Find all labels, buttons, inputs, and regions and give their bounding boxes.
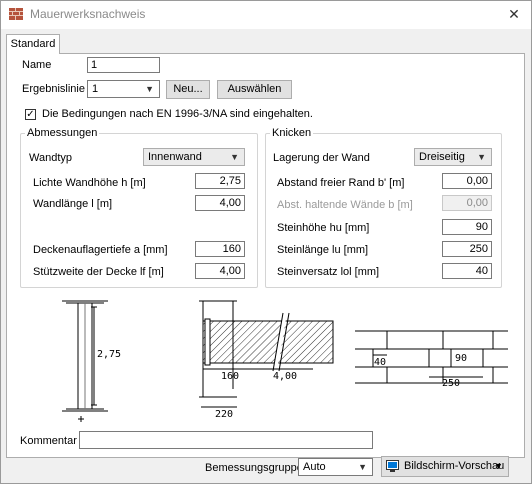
- wandtyp-label: Wandtyp: [29, 152, 73, 164]
- chevron-down-icon: ▼: [145, 84, 154, 94]
- stuetzweite-label: Stützweite der Decke lf [m]: [33, 266, 164, 278]
- brick-bond-diagram: 90 40 250: [355, 330, 508, 389]
- name-label: Name: [22, 59, 52, 71]
- lagerung-label: Lagerung der Wand: [273, 152, 370, 164]
- wall-length-input[interactable]: 4,00: [195, 195, 245, 211]
- steinhoehe-label: Steinhöhe hu [mm]: [277, 222, 370, 234]
- wall-length-label: Wandlänge l [m]: [33, 198, 113, 210]
- chevron-down-icon: ▼: [494, 461, 503, 471]
- abst-waende-label: Abst. haltende Wände b [m]: [277, 199, 413, 211]
- dialog-window: Mauerwerksnachweis ✕ Standard Name 1 Erg…: [0, 0, 532, 484]
- check-icon: ✓: [26, 109, 35, 120]
- lagerung-value: Dreiseitig: [419, 151, 465, 163]
- stuetzweite-input[interactable]: 4,00: [195, 263, 245, 279]
- abstand-rand-input[interactable]: 0,00: [442, 173, 492, 189]
- select-button[interactable]: Auswählen: [217, 80, 292, 99]
- ergebnislinie-select[interactable]: 1 ▼: [87, 80, 160, 98]
- bemessungsgruppe-label: Bemessungsgruppe: [205, 462, 303, 474]
- chevron-down-icon: ▼: [358, 462, 367, 472]
- steinversatz-label: Steinversatz lol [mm]: [277, 266, 380, 278]
- tab-standard[interactable]: Standard: [6, 34, 60, 54]
- wandtyp-select[interactable]: Innenwand ▼: [143, 148, 245, 166]
- name-input[interactable]: 1: [87, 57, 160, 73]
- chevron-down-icon: ▼: [230, 152, 239, 162]
- kommentar-label: Kommentar: [20, 435, 77, 447]
- bond-lol-text: 40: [374, 357, 386, 368]
- knicken-title: Knicken: [270, 127, 314, 139]
- ergebnislinie-label: Ergebnislinie: [22, 83, 85, 95]
- window-title: Mauerwerksnachweis: [30, 7, 146, 21]
- auflager-input[interactable]: 160: [195, 241, 245, 257]
- auflager-label: Deckenauflagertiefe a [mm]: [33, 244, 168, 256]
- abstand-rand-label: Abstand freier Rand b' [m]: [277, 177, 405, 189]
- brick-wall-icon: [9, 8, 23, 20]
- steinlaenge-label: Steinlänge lu [mm]: [277, 244, 369, 256]
- preview-button[interactable]: Bildschirm-Vorschau ▼: [381, 456, 509, 477]
- wall-height-label: Lichte Wandhöhe h [m]: [33, 177, 146, 189]
- conditions-label: Die Bedingungen nach EN 1996-3/NA sind e…: [42, 108, 313, 120]
- plan-a-text: 160: [221, 371, 239, 382]
- wandtyp-value: Innenwand: [148, 151, 202, 163]
- chevron-down-icon: ▼: [477, 152, 486, 162]
- plan-wall-text: 220: [215, 409, 233, 420]
- ergebnislinie-value: 1: [92, 83, 99, 95]
- steinlaenge-input[interactable]: 250: [442, 241, 492, 257]
- monitor-icon: [386, 460, 399, 472]
- new-button[interactable]: Neu...: [166, 80, 210, 99]
- bond-lu-text: 250: [442, 378, 460, 389]
- steinversatz-input[interactable]: 40: [442, 263, 492, 279]
- close-button[interactable]: ✕: [497, 1, 531, 29]
- wall-section-diagram: 2,75: [62, 300, 121, 422]
- bemessungsgruppe-select[interactable]: Auto ▼: [298, 458, 373, 476]
- title-bar: Mauerwerksnachweis ✕: [1, 1, 531, 29]
- abst-waende-input: 0,00: [442, 195, 492, 211]
- bond-hu-text: 90: [455, 353, 467, 364]
- kommentar-input[interactable]: [79, 431, 373, 449]
- section-height-text: 2,75: [97, 349, 121, 360]
- steinhoehe-input[interactable]: 90: [442, 219, 492, 235]
- lagerung-select[interactable]: Dreiseitig ▼: [414, 148, 492, 166]
- slab-support-diagram: 160 4,00 220: [199, 300, 334, 420]
- abmessungen-title: Abmessungen: [25, 127, 100, 139]
- plan-lf-text: 4,00: [273, 371, 297, 382]
- bemessungsgruppe-value: Auto: [303, 461, 326, 473]
- wall-height-input[interactable]: 2,75: [195, 173, 245, 189]
- conditions-checkbox[interactable]: ✓: [25, 109, 36, 120]
- preview-label: Bildschirm-Vorschau: [404, 460, 505, 472]
